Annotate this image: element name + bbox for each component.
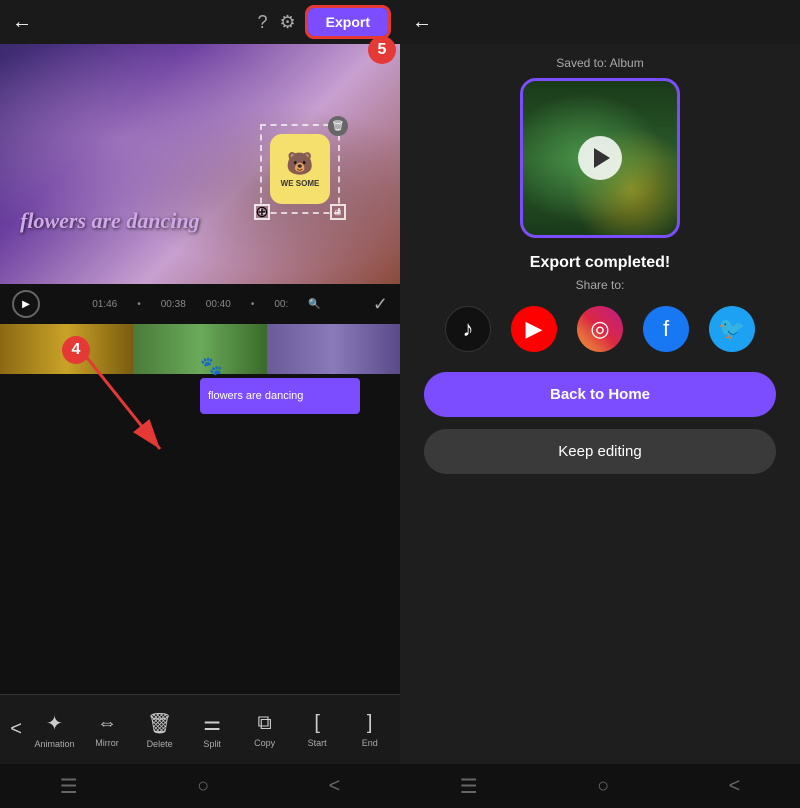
delete-label: Delete [147,739,173,749]
animation-label: Animation [34,739,74,749]
toolbar-start[interactable]: [ Start [297,712,337,748]
export-thumbnail[interactable] [520,78,680,238]
timeline-section: 4 ▶ 01:46 • 00:38 00:40 • 00: 🔍 ✓ [0,284,400,694]
step-5-badge: 5 [368,36,396,64]
sticker-container[interactable]: 🗑 🐻 WE SOME ⊕ ⊞ [260,124,340,214]
timeline-controls: ▶ 01:46 • 00:38 00:40 • 00: 🔍 ✓ [0,284,400,324]
export-button[interactable]: Export [308,8,388,36]
share-to-label: Share to: [400,278,800,292]
bottom-toolbar: < ✦ Animation ⇔ Mirror 🗑 Delete ⚌ Split … [0,694,400,764]
right-back-button[interactable]: ← [412,11,432,34]
right-nav-menu-icon[interactable]: ☰ [460,774,478,799]
left-header: ← ? ⚙ Export [0,0,400,44]
nav-home-icon[interactable]: ○ [197,775,209,798]
right-header: ← [400,0,800,44]
mirror-icon: ⇔ [97,712,117,735]
tiktok-icon: ♪ [463,316,474,342]
text-track-bar[interactable]: flowers are dancing [200,378,360,414]
toolbar-copy[interactable]: ⧉ Copy [245,712,285,748]
sticker-track-icon: 🐾 [200,356,222,377]
share-icons-row: ♪ ▶ ◎ f 🐦 [400,306,800,352]
toolbar-end[interactable]: ] End [350,712,390,748]
play-button[interactable]: ▶ [12,290,40,318]
left-nav-bar: ☰ ○ < [0,764,400,808]
timeline-ruler: 01:46 • 00:38 00:40 • 00: 🔍 [80,294,332,314]
split-label: Split [203,739,221,749]
text-track: 🐾 flowers are dancing [0,378,400,414]
right-nav-bar: ☰ ○ < [400,764,800,808]
saved-to-label: Saved to: Album [400,56,800,70]
sticker-content: 🐻 WE SOME [270,134,330,204]
mirror-label: Mirror [95,738,119,748]
header-right: ? ⚙ Export [258,8,389,36]
thumbnail-play-button[interactable] [578,136,622,180]
toolbar-delete[interactable]: 🗑 Delete [140,711,180,749]
time-marker-1: 01:46 [92,299,117,310]
toolbar-mirror[interactable]: ⇔ Mirror [87,712,127,748]
sticker-corner-tl[interactable]: ⊕ [254,204,270,220]
twitter-icon: 🐦 [718,316,745,342]
video-background: flowers are dancing 🗑 🐻 WE SOME ⊕ ⊞ [0,44,400,284]
twitter-share-button[interactable]: 🐦 [709,306,755,352]
right-nav-back-icon[interactable]: < [729,775,741,798]
video-preview: flowers are dancing 🗑 🐻 WE SOME ⊕ ⊞ [0,44,400,284]
animation-icon: ✦ [46,711,63,736]
copy-icon: ⧉ [258,712,272,735]
left-back-button[interactable]: ← [12,11,32,34]
sticker-delete-icon[interactable]: 🗑 [328,116,348,136]
sticker-face: 🐻 [286,151,313,177]
sticker-corner-br[interactable]: ⊞ [330,204,346,220]
right-nav-home-icon[interactable]: ○ [597,775,609,798]
youtube-share-button[interactable]: ▶ [511,306,557,352]
play-triangle-icon [594,148,610,168]
split-icon: ⚌ [203,711,221,736]
right-panel: ← Saved to: Album Export completed! Shar… [400,0,800,808]
back-to-home-button[interactable]: Back to Home [424,372,776,417]
flower-overlay [0,44,400,284]
facebook-icon: f [663,316,669,342]
export-completed-text: Export completed! [400,254,800,272]
settings-icon[interactable]: ⚙ [280,12,296,33]
copy-label: Copy [254,738,275,748]
facebook-share-button[interactable]: f [643,306,689,352]
toolbar-back-button[interactable]: < [10,718,22,741]
instagram-share-button[interactable]: ◎ [577,306,623,352]
nav-back-icon[interactable]: < [329,775,341,798]
time-marker-2: 00:38 [161,299,186,310]
youtube-icon: ▶ [526,316,543,342]
checkmark-button[interactable]: ✓ [373,294,388,315]
flowers-text-overlay: flowers are dancing [20,208,200,234]
left-panel: ← ? ⚙ Export 5 flowers are dancing 🗑 🐻 W… [0,0,400,808]
time-marker-3: 00:40 [206,299,231,310]
time-dot-1: • [137,299,141,310]
delete-icon: 🗑 [147,711,172,736]
nav-menu-icon[interactable]: ☰ [60,774,78,799]
step-4-badge: 4 [62,336,90,364]
start-label: Start [308,738,327,748]
help-icon[interactable]: ? [258,12,268,33]
toolbar-animation[interactable]: ✦ Animation [34,711,74,749]
time-marker-4: 00: [274,299,288,310]
keep-editing-button[interactable]: Keep editing [424,429,776,474]
start-icon: [ [314,712,320,735]
end-label: End [362,738,378,748]
toolbar-split[interactable]: ⚌ Split [192,711,232,749]
end-icon: ] [367,712,373,735]
text-track-label: flowers are dancing [208,390,303,402]
time-dot-2: • [251,299,255,310]
tiktok-share-button[interactable]: ♪ [445,306,491,352]
segment-3 [267,324,400,374]
zoom-icon[interactable]: 🔍 [308,299,320,310]
instagram-icon: ◎ [590,316,609,342]
sticker-text: WE SOME [281,179,320,188]
